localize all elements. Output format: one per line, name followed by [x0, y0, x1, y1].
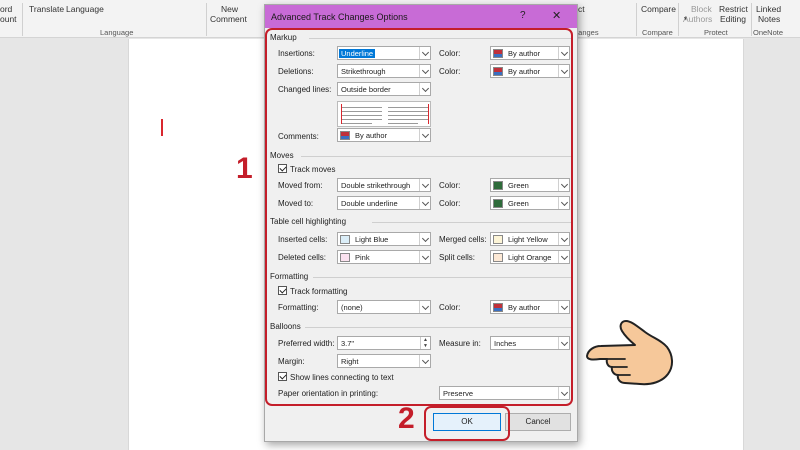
new-comment-button[interactable]: New [221, 4, 238, 14]
linked-notes-button[interactable]: Linked [756, 4, 781, 14]
dialog-title-bar[interactable]: Advanced Track Changes Options ? ✕ [265, 5, 577, 28]
step-number-1: 1 [236, 152, 253, 185]
dialog-title: Advanced Track Changes Options [271, 12, 408, 22]
ribbon-separator [678, 3, 679, 36]
cancel-button[interactable]: Cancel [505, 413, 571, 431]
ribbon-cut-label: ct [578, 4, 585, 14]
pointing-hand-icon [586, 320, 673, 386]
linked-notes-button-label[interactable]: Notes [758, 14, 780, 24]
ribbon-separator [751, 3, 752, 36]
ribbon-word-count-label-2[interactable]: ount [0, 14, 17, 24]
language-button[interactable]: Language [66, 4, 104, 14]
onenote-group-label: OneNote [753, 28, 784, 37]
compare-button[interactable]: Compare [641, 4, 676, 14]
compare-group-label: Compare [642, 28, 673, 37]
step-number-2: 2 [398, 402, 415, 435]
highlight-box-settings [265, 28, 573, 406]
block-authors-button[interactable]: Block [691, 4, 712, 14]
ribbon-word-count-label[interactable]: ord [0, 4, 12, 14]
text-cursor [161, 119, 163, 136]
ribbon-separator [22, 3, 23, 36]
restrict-editing-button-label[interactable]: Editing [720, 14, 746, 24]
highlight-box-ok [424, 406, 510, 441]
translate-button[interactable]: Translate [29, 4, 64, 14]
restrict-editing-button[interactable]: Restrict [719, 4, 748, 14]
protect-group-label: Protect [704, 28, 728, 37]
help-icon[interactable]: ? [520, 10, 526, 21]
ribbon-separator [206, 3, 207, 36]
language-group-label: Language [100, 28, 134, 37]
block-authors-button-label[interactable]: Authors [683, 14, 712, 24]
new-comment-button-label[interactable]: Comment [210, 14, 247, 24]
ribbon-separator [636, 3, 637, 36]
close-icon[interactable]: ✕ [552, 9, 561, 22]
